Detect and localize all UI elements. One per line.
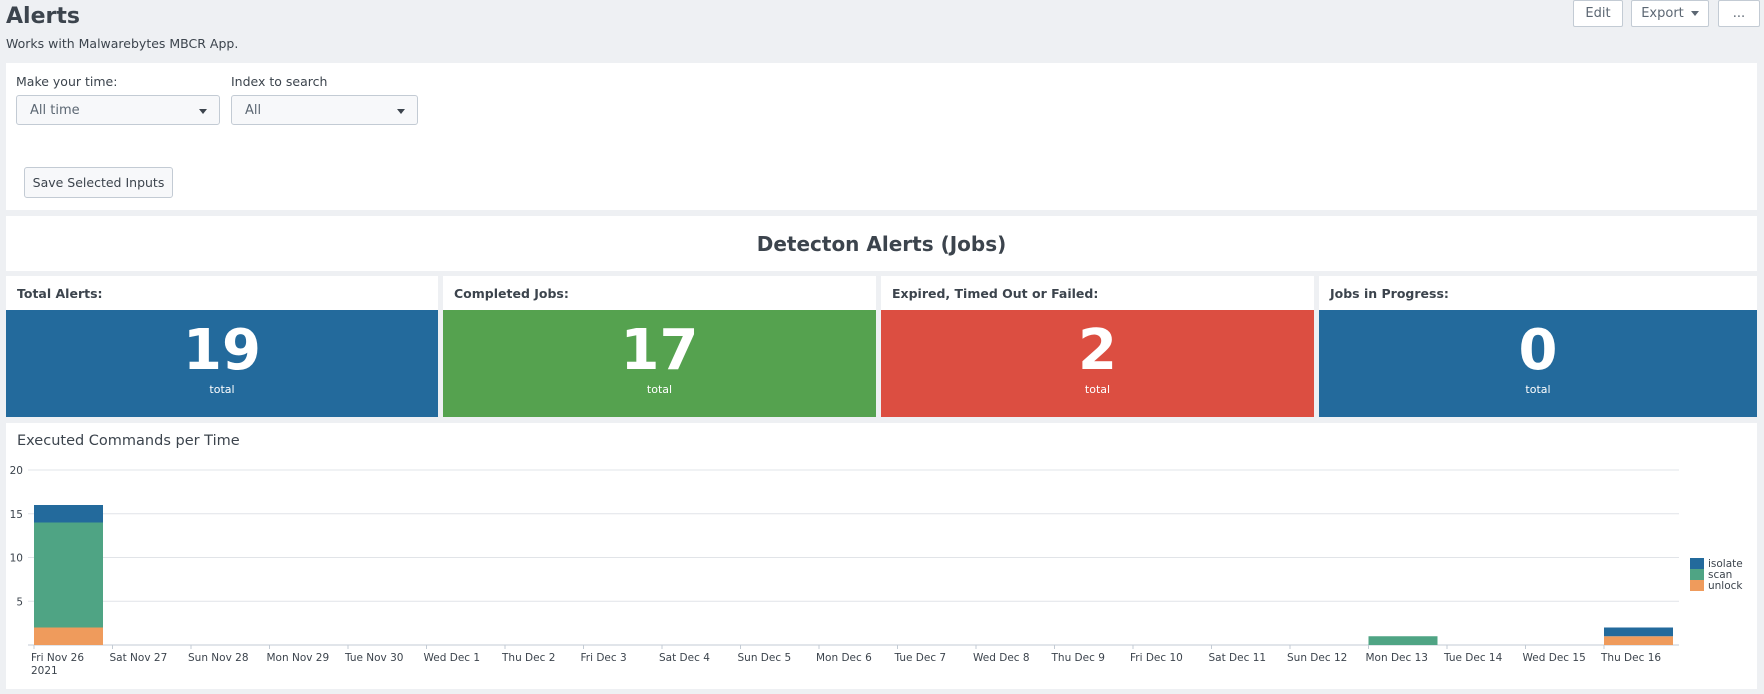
chevron-down-icon [1690, 11, 1699, 16]
x-tick-label: Fri Dec 10 [1130, 652, 1183, 664]
stacked-bar-chart: 5 10 15 20 Fri Nov 26 Sat Nov 27 Sun Nov 28 Mon… [10, 465, 1744, 677]
inputs-panel: Make your time: All time Index to search… [6, 63, 1757, 210]
x-tick-label: Sun Dec 5 [738, 652, 792, 664]
bar-scan[interactable] [1368, 636, 1438, 645]
more-label: ... [1732, 6, 1746, 21]
x-tick-label: Sat Dec 4 [659, 652, 710, 664]
y-tick-label: 20 [10, 465, 23, 477]
kpi-failed-jobs: 2 total [881, 310, 1314, 417]
bar-unlock[interactable] [34, 627, 103, 646]
x-tick-label: Sat Dec 11 [1209, 652, 1267, 664]
kpi-unit: total [1084, 383, 1111, 396]
chevron-down-icon [397, 109, 405, 114]
x-tick-label: Fri Dec 3 [581, 652, 627, 664]
kpi-label: Completed Jobs: [454, 285, 569, 301]
x-tick-label: Mon Dec 6 [816, 652, 872, 664]
export-label: Export [1641, 6, 1684, 21]
time-label: Make your time: [16, 74, 118, 89]
chevron-down-icon [199, 109, 207, 114]
save-inputs-label: Save Selected Inputs [32, 175, 165, 190]
edit-button[interactable]: Edit [1573, 0, 1623, 27]
x-tick-label: Sun Dec 12 [1287, 652, 1347, 664]
bar-isolate[interactable] [34, 505, 103, 523]
kpi-value: 2 [1078, 318, 1117, 383]
kpi-value: 17 [620, 318, 699, 383]
kpi-label: Expired, Timed Out or Failed: [892, 285, 1099, 301]
y-tick-label: 5 [16, 596, 23, 608]
x-tick-label: Wed Dec 1 [424, 652, 481, 664]
more-actions-button[interactable]: ... [1718, 0, 1760, 27]
x-tick-label: Sun Nov 28 [188, 652, 249, 664]
kpi-unit: total [209, 383, 235, 396]
kpi-header-completed: Completed Jobs: [443, 276, 876, 310]
x-tick-label: Wed Dec 15 [1523, 652, 1586, 664]
kpi-label: Total Alerts: [17, 285, 103, 301]
x-tick-label: Thu Dec 9 [1051, 652, 1105, 664]
x-tick-label: Tue Nov 30 [344, 652, 403, 664]
legend-swatch-scan [1690, 569, 1704, 580]
time-dropdown[interactable]: All time [16, 95, 220, 125]
y-tick-label: 10 [10, 553, 23, 565]
kpi-header-progress: Jobs in Progress: [1319, 276, 1757, 310]
section-title: Detecton Alerts (Jobs) [6, 216, 1757, 271]
edit-label: Edit [1585, 6, 1611, 21]
export-button[interactable]: Export [1631, 0, 1709, 27]
kpi-completed-jobs: 17 total [443, 310, 876, 417]
x-tick-label: Mon Nov 29 [267, 652, 330, 664]
index-label: Index to search [231, 74, 328, 89]
y-tick-label: 15 [10, 509, 23, 521]
legend-swatch-unlock [1690, 580, 1704, 591]
page-description: Works with Malwarebytes MBCR App. [6, 36, 239, 51]
chart-panel: Executed Commands per Time 5 10 15 20 Fri No… [6, 423, 1757, 689]
kpi-value: 0 [1518, 318, 1558, 383]
bar-unlock[interactable] [1604, 636, 1673, 645]
x-tick-label: Fri Nov 26 [31, 652, 84, 664]
kpi-label: Jobs in Progress: [1330, 285, 1449, 301]
kpi-jobs-in-progress: 0 total [1319, 310, 1757, 417]
x-tick-label: Thu Dec 2 [501, 652, 555, 664]
x-tick-label: Thu Dec 16 [1600, 652, 1661, 664]
index-dropdown[interactable]: All [231, 95, 418, 125]
kpi-unit: total [646, 383, 673, 396]
kpi-header-total: Total Alerts: [6, 276, 438, 310]
legend-label-unlock: unlock [1708, 580, 1743, 592]
time-value: All time [30, 102, 80, 118]
kpi-total-alerts: 19 total [6, 310, 438, 417]
kpi-header-failed: Expired, Timed Out or Failed: [881, 276, 1314, 310]
x-tick-year-label: 2021 [31, 665, 58, 677]
page-title: Alerts [6, 4, 80, 29]
save-inputs-button[interactable]: Save Selected Inputs [24, 167, 173, 198]
x-tick-label: Sat Nov 27 [110, 652, 168, 664]
x-tick-label: Wed Dec 8 [973, 652, 1030, 664]
kpi-unit: total [1525, 383, 1551, 396]
kpi-value: 19 [183, 318, 261, 383]
bar-scan[interactable] [34, 522, 103, 628]
legend-swatch-isolate [1690, 558, 1704, 569]
x-tick-label: Tue Dec 14 [1443, 652, 1503, 664]
index-value: All [245, 102, 262, 118]
section-title-text: Detecton Alerts (Jobs) [756, 231, 1007, 256]
x-tick-label: Tue Dec 7 [894, 652, 947, 664]
x-tick-label: Mon Dec 13 [1366, 652, 1429, 664]
bar-isolate[interactable] [1604, 627, 1673, 637]
